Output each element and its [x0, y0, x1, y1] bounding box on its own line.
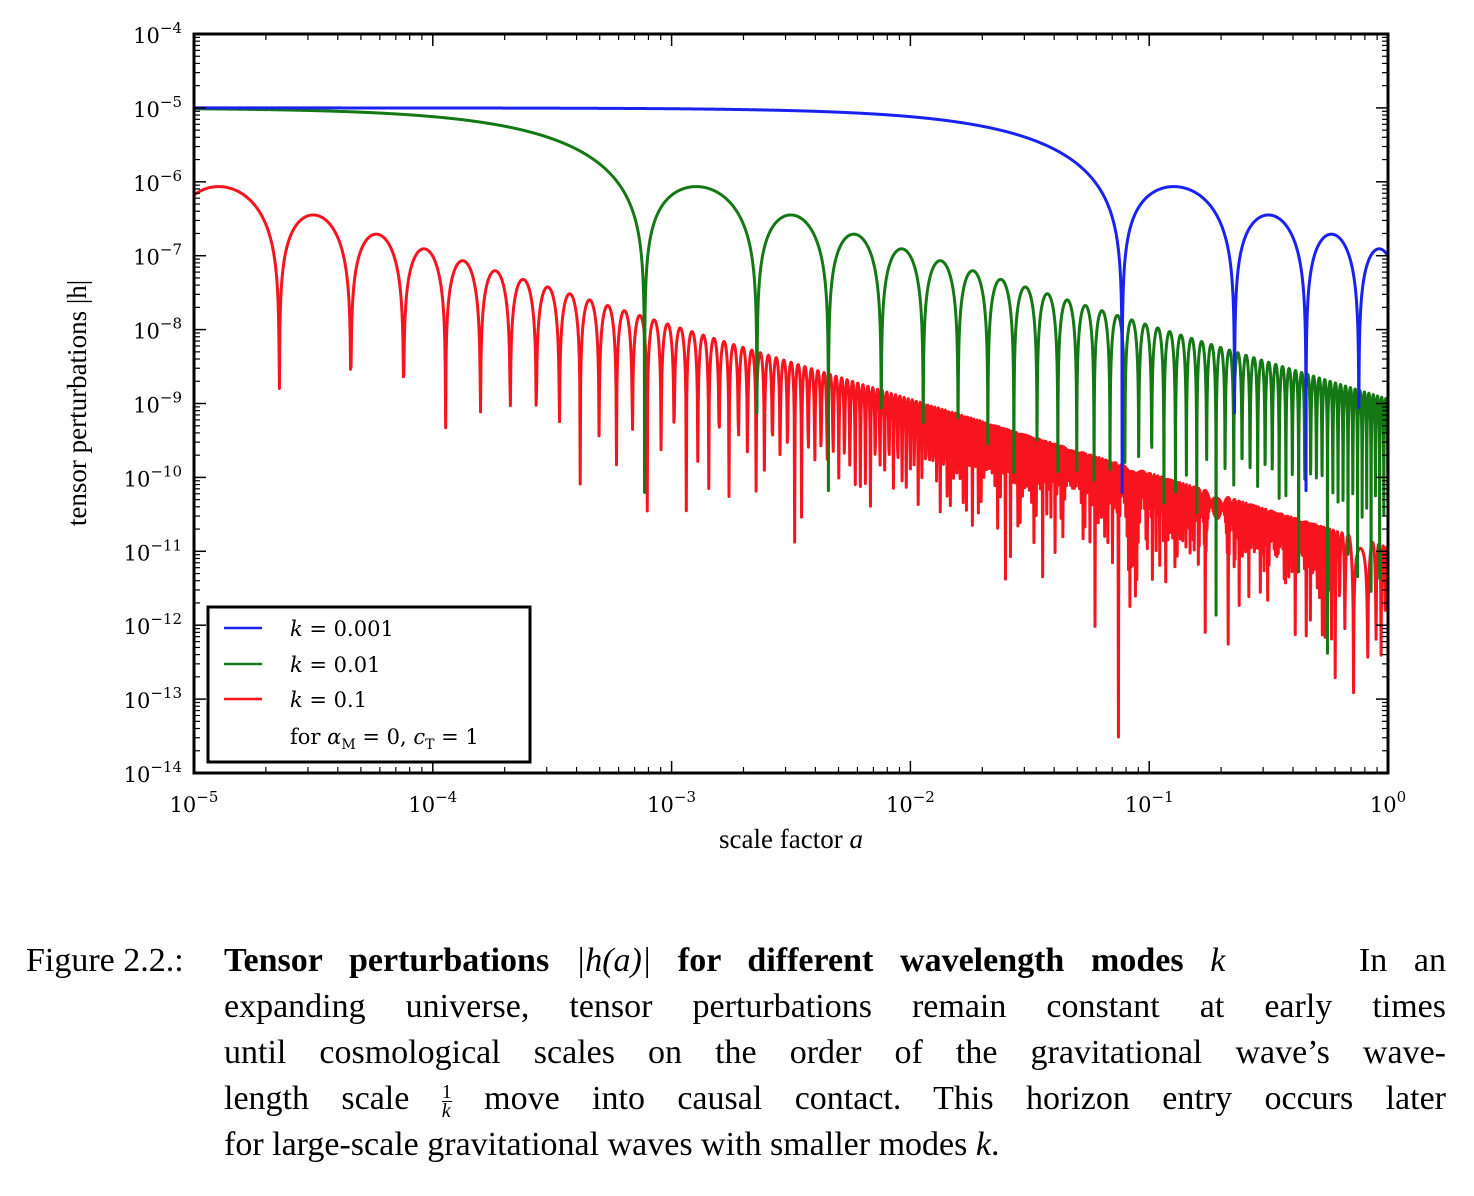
chart: 10−5 10−4 10−3 10−2 10−1 100 10−410−510−610−7… — [0, 0, 1474, 900]
y-axis-title: tensor perturbations |h| — [62, 280, 92, 526]
caption-line5-var: k — [975, 1126, 991, 1163]
fraction-numerator: 1 — [441, 1080, 452, 1103]
caption-line4-b: move into causal contact. This horizon e… — [451, 1080, 1447, 1117]
caption-title-1: Tensor perturbations — [224, 942, 576, 979]
caption-title-2: for different wavelength modes — [651, 942, 1211, 979]
caption-line1-tail: In an — [1358, 942, 1447, 979]
caption-line4-a: length scale — [224, 1080, 442, 1117]
caption-title-math: |h(a)| — [575, 942, 652, 979]
caption-line-5: for large-scale gravitational waves with… — [224, 1122, 1446, 1168]
caption-title-var: k — [1210, 942, 1226, 979]
caption-line5-a: for large-scale gravitational waves with… — [224, 1126, 976, 1163]
legend-label-k0001: k = 0.001 — [290, 617, 394, 641]
legend-label-k001: k = 0.01 — [290, 653, 380, 677]
fraction-denominator: k — [441, 1099, 451, 1122]
caption-line-2: expanding universe, tensor perturbations… — [224, 988, 1446, 1025]
legend: k = 0.001 k = 0.01 k = 0.1 for αM = 0, c… — [206, 605, 532, 764]
caption-line-3: until cosmological scales on the order o… — [224, 1034, 1446, 1071]
caption-line-4: length scale 1k move into causal contact… — [224, 1076, 1446, 1122]
caption-body: Tensor perturbations |h(a)| for differen… — [224, 938, 1446, 1168]
legend-label-k01: k = 0.1 — [290, 688, 367, 712]
caption-fraction: 1k — [441, 1080, 452, 1122]
caption-line5-b: . — [990, 1126, 1000, 1163]
caption-label: Figure 2.2.: — [26, 942, 184, 979]
caption-line-1: Tensor perturbations |h(a)| for differen… — [224, 938, 1446, 984]
x-axis-title: scale factor a — [719, 824, 863, 854]
chart-background — [0, 0, 1474, 900]
legend-note: for αM = 0, cT = 1 — [290, 725, 479, 753]
